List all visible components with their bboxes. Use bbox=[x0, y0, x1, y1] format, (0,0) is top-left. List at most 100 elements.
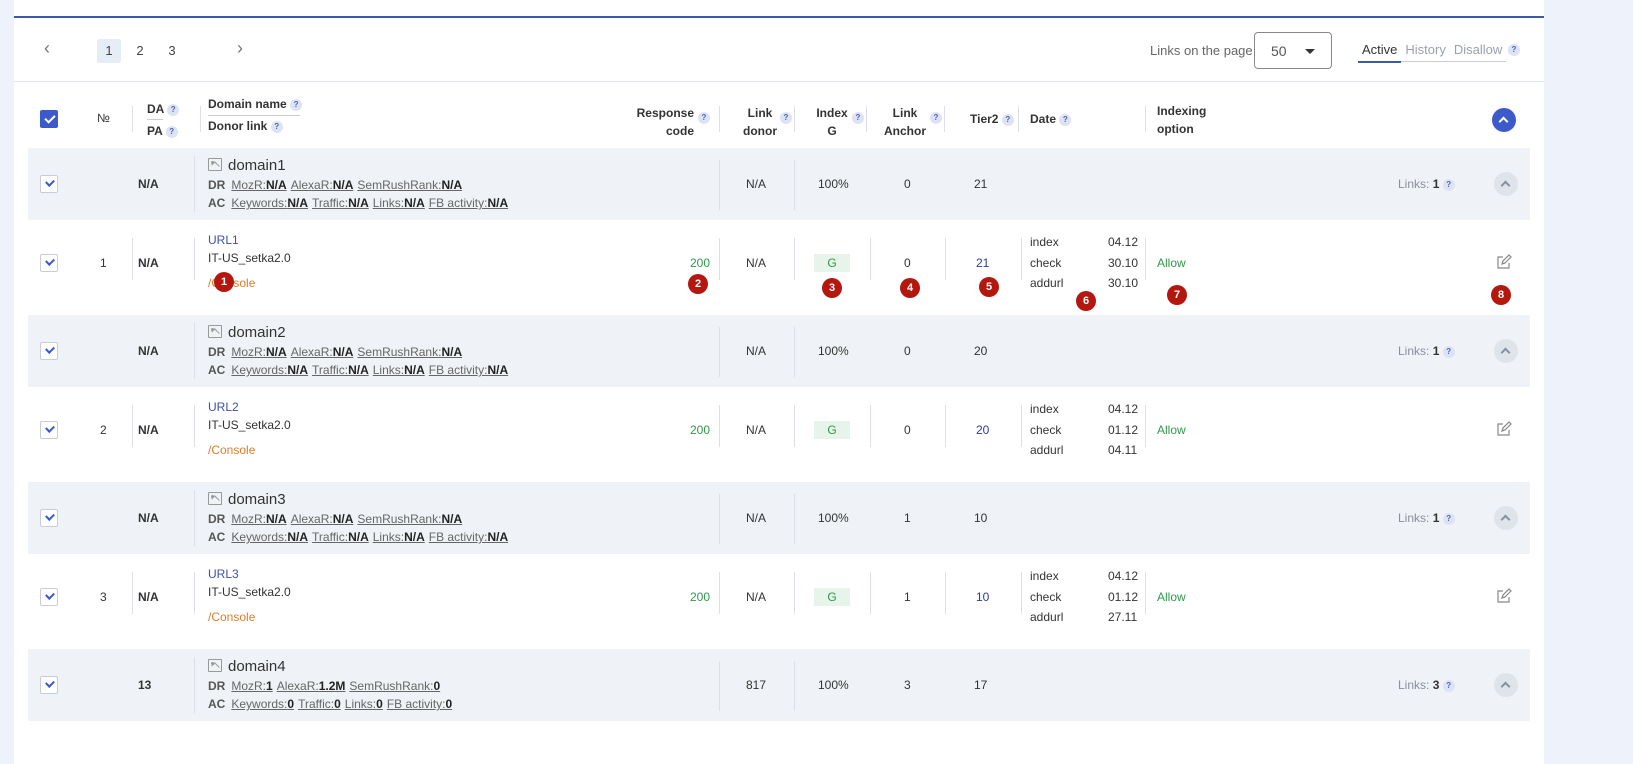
link-checkbox[interactable] bbox=[40, 421, 58, 439]
edit-icon[interactable] bbox=[1496, 254, 1512, 270]
column-separator bbox=[794, 327, 795, 377]
mozr-label: MozR: bbox=[231, 512, 267, 526]
group-collapse-button[interactable] bbox=[1494, 673, 1518, 697]
tier2-help-icon[interactable]: ? bbox=[1001, 113, 1014, 126]
semrush-metric-link[interactable]: SemRushRank:N/A bbox=[357, 178, 462, 192]
tabs-help-icon[interactable]: ? bbox=[1508, 44, 1520, 56]
link-donor-help-icon[interactable]: ? bbox=[780, 112, 792, 124]
tab-disallow[interactable]: Disallow bbox=[1450, 42, 1506, 61]
console-link[interactable]: /Console bbox=[208, 610, 255, 624]
da-help-icon[interactable]: ? bbox=[167, 103, 180, 116]
donor-link-help-icon[interactable]: ? bbox=[270, 120, 283, 133]
date-help-icon[interactable]: ? bbox=[1059, 113, 1072, 126]
mozr-metric-link[interactable]: MozR:N/A bbox=[231, 178, 286, 192]
domain-group-row: N/A domain1 DR MozR:N/A AlexaR:N/A SemRushRan… bbox=[28, 148, 1530, 220]
link-checkbox[interactable] bbox=[40, 588, 58, 606]
response-code-help-icon[interactable]: ? bbox=[698, 112, 710, 124]
links-metric-link[interactable]: Links:N/A bbox=[373, 363, 425, 377]
pagination-page-1[interactable]: 1 bbox=[97, 39, 121, 63]
fb-metric-link[interactable]: FB activity:N/A bbox=[429, 363, 508, 377]
links-metric-link[interactable]: Links:N/A bbox=[373, 530, 425, 544]
tab-history[interactable]: History bbox=[1401, 42, 1449, 61]
edit-icon[interactable] bbox=[1496, 588, 1512, 604]
domain-name[interactable]: domain1 bbox=[208, 157, 286, 174]
group-collapse-button[interactable] bbox=[1494, 172, 1518, 196]
domain-checkbox[interactable] bbox=[40, 509, 58, 527]
links-help-icon[interactable]: ? bbox=[1442, 345, 1455, 358]
alexar-metric-link[interactable]: AlexaR:N/A bbox=[291, 512, 354, 526]
domain-checkbox[interactable] bbox=[40, 676, 58, 694]
links-on-page-select[interactable]: 50 bbox=[1254, 32, 1332, 69]
column-separator bbox=[132, 238, 133, 280]
header-tier2: Tier2 ? bbox=[970, 110, 1014, 128]
traffic-metric-link[interactable]: Traffic:0 bbox=[298, 697, 341, 711]
collapse-all-button[interactable] bbox=[1492, 108, 1516, 132]
dr-metrics: DR MozR:N/A AlexaR:N/A SemRushRank:N/A bbox=[208, 512, 466, 526]
semrush-metric-link[interactable]: SemRushRank:N/A bbox=[357, 512, 462, 526]
links-help-icon[interactable]: ? bbox=[1442, 679, 1455, 692]
domain-name[interactable]: domain3 bbox=[208, 491, 286, 508]
links-help-icon[interactable]: ? bbox=[1442, 512, 1455, 525]
donor-url-link[interactable]: URL2 bbox=[208, 400, 239, 414]
edit-icon[interactable] bbox=[1496, 421, 1512, 437]
mozr-metric-link[interactable]: MozR:N/A bbox=[231, 512, 286, 526]
donor-url-link[interactable]: URL1 bbox=[208, 233, 239, 247]
domain-checkbox[interactable] bbox=[40, 342, 58, 360]
group-tier2: 17 bbox=[974, 678, 988, 692]
index-g-help-icon[interactable]: ? bbox=[852, 112, 864, 124]
domain-name[interactable]: domain2 bbox=[208, 324, 286, 341]
traffic-metric-link[interactable]: Traffic:N/A bbox=[312, 196, 369, 210]
tier2-link[interactable]: 21 bbox=[976, 256, 989, 270]
links-help-icon[interactable]: ? bbox=[1442, 178, 1455, 191]
tier2-link[interactable]: 20 bbox=[976, 423, 989, 437]
semrush-metric-link[interactable]: SemRushRank:N/A bbox=[357, 345, 462, 359]
keywords-metric-link[interactable]: Keywords:N/A bbox=[231, 196, 308, 210]
link-anchor-help-icon[interactable]: ? bbox=[930, 112, 942, 124]
traffic-metric-link[interactable]: Traffic:N/A bbox=[312, 363, 369, 377]
fb-metric-link[interactable]: FB activity:N/A bbox=[429, 196, 508, 210]
group-link-donor: N/A bbox=[746, 177, 767, 191]
donor-url-link[interactable]: URL3 bbox=[208, 567, 239, 581]
pagination-next-icon[interactable]: › bbox=[237, 39, 243, 57]
keywords-metric-link[interactable]: Keywords:N/A bbox=[231, 530, 308, 544]
group-collapse-button[interactable] bbox=[1494, 339, 1518, 363]
mozr-metric-link[interactable]: MozR:N/A bbox=[231, 345, 286, 359]
header-date: Date ? bbox=[1030, 110, 1072, 128]
keywords-metric-link[interactable]: Keywords:0 bbox=[231, 697, 294, 711]
links-metric-link[interactable]: Links:N/A bbox=[373, 196, 425, 210]
domain-name-help-icon[interactable]: ? bbox=[290, 98, 303, 111]
fb-metric-link[interactable]: FB activity:0 bbox=[387, 697, 452, 711]
pa-help-icon[interactable]: ? bbox=[165, 125, 178, 138]
indexing-option-value[interactable]: Allow bbox=[1157, 256, 1186, 270]
fb-value: N/A bbox=[487, 196, 509, 210]
semrush-metric-link[interactable]: SemRushRank:0 bbox=[349, 679, 440, 693]
alexar-metric-link[interactable]: AlexaR:1.2M bbox=[277, 679, 346, 693]
console-link[interactable]: /Console bbox=[208, 443, 255, 457]
select-all-checkbox[interactable] bbox=[40, 110, 58, 128]
links-metric-link[interactable]: Links:0 bbox=[345, 697, 383, 711]
domain-name[interactable]: domain4 bbox=[208, 658, 286, 675]
indexing-option-value[interactable]: Allow bbox=[1157, 423, 1186, 437]
table-toolbar: ‹ 1 2 3 › Links on the page 50 Active Hi… bbox=[14, 18, 1544, 82]
pagination-page-3[interactable]: 3 bbox=[160, 39, 184, 63]
indexing-option-value[interactable]: Allow bbox=[1157, 590, 1186, 604]
pagination-prev-icon[interactable]: ‹ bbox=[44, 39, 50, 57]
group-collapse-button[interactable] bbox=[1494, 506, 1518, 530]
alexar-metric-link[interactable]: AlexaR:N/A bbox=[291, 345, 354, 359]
date-index-label: index bbox=[1030, 402, 1059, 416]
dr-metrics: DR MozR:N/A AlexaR:N/A SemRushRank:N/A bbox=[208, 178, 466, 192]
dr-metrics: DR MozR:1 AlexaR:1.2M SemRushRank:0 bbox=[208, 679, 444, 693]
pagination-page-2[interactable]: 2 bbox=[128, 39, 152, 63]
tier2-link[interactable]: 10 bbox=[976, 590, 989, 604]
date-check-value: 30.10 bbox=[1108, 256, 1139, 270]
traffic-metric-link[interactable]: Traffic:N/A bbox=[312, 530, 369, 544]
mozr-metric-link[interactable]: MozR:1 bbox=[231, 679, 272, 693]
fb-metric-link[interactable]: FB activity:N/A bbox=[429, 530, 508, 544]
column-separator bbox=[719, 405, 720, 447]
domain-checkbox[interactable] bbox=[40, 175, 58, 193]
tab-active[interactable]: Active bbox=[1358, 42, 1402, 63]
keywords-metric-link[interactable]: Keywords:N/A bbox=[231, 363, 308, 377]
column-separator bbox=[719, 572, 720, 614]
link-checkbox[interactable] bbox=[40, 254, 58, 272]
alexar-metric-link[interactable]: AlexaR:N/A bbox=[291, 178, 354, 192]
